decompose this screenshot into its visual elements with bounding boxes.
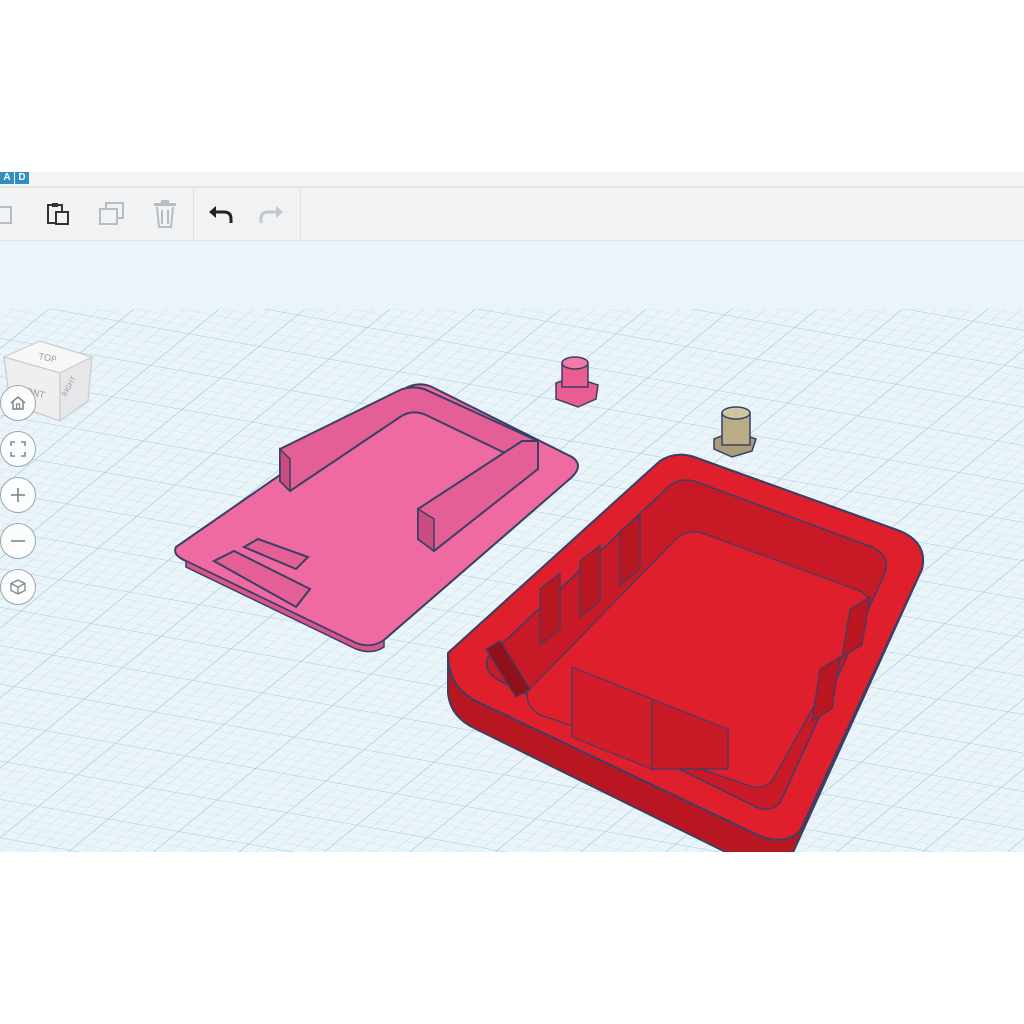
copy-icon (0, 206, 12, 224)
toolbar-separator (300, 188, 301, 240)
logo-letter-a: A (0, 172, 14, 184)
zoom-in-icon (11, 488, 25, 502)
duplicate-button[interactable] (92, 196, 132, 232)
tinkercad-window: A D TOP RIGHT (0, 172, 1024, 852)
app-header-strip: A D (0, 172, 1024, 188)
redo-button[interactable] (252, 196, 292, 232)
perspective-toggle-button[interactable] (0, 569, 36, 605)
zoom-in-button[interactable] (0, 477, 36, 513)
workplane-viewport[interactable]: TOP FRONT RIGHT (0, 241, 1024, 852)
toolbar-separator (193, 188, 194, 240)
duplicate-icon (99, 202, 124, 225)
fit-view-icon (10, 441, 26, 457)
redo-icon (259, 206, 283, 223)
trash-icon (154, 200, 176, 228)
zoom-out-icon (11, 540, 25, 542)
edit-toolbar (0, 188, 1024, 241)
fit-view-button[interactable] (0, 431, 36, 467)
zoom-out-button[interactable] (0, 523, 36, 559)
undo-button[interactable] (200, 196, 240, 232)
logo-letter-d: D (15, 172, 29, 184)
delete-button[interactable] (145, 196, 185, 232)
paste-button[interactable] (38, 196, 78, 232)
home-icon (10, 396, 26, 410)
undo-icon (209, 206, 233, 223)
copy-button[interactable] (0, 196, 26, 232)
paste-icon (47, 203, 69, 225)
workplane-scene (0, 309, 1024, 852)
home-view-button[interactable] (0, 385, 36, 421)
perspective-cube-icon (10, 579, 26, 595)
